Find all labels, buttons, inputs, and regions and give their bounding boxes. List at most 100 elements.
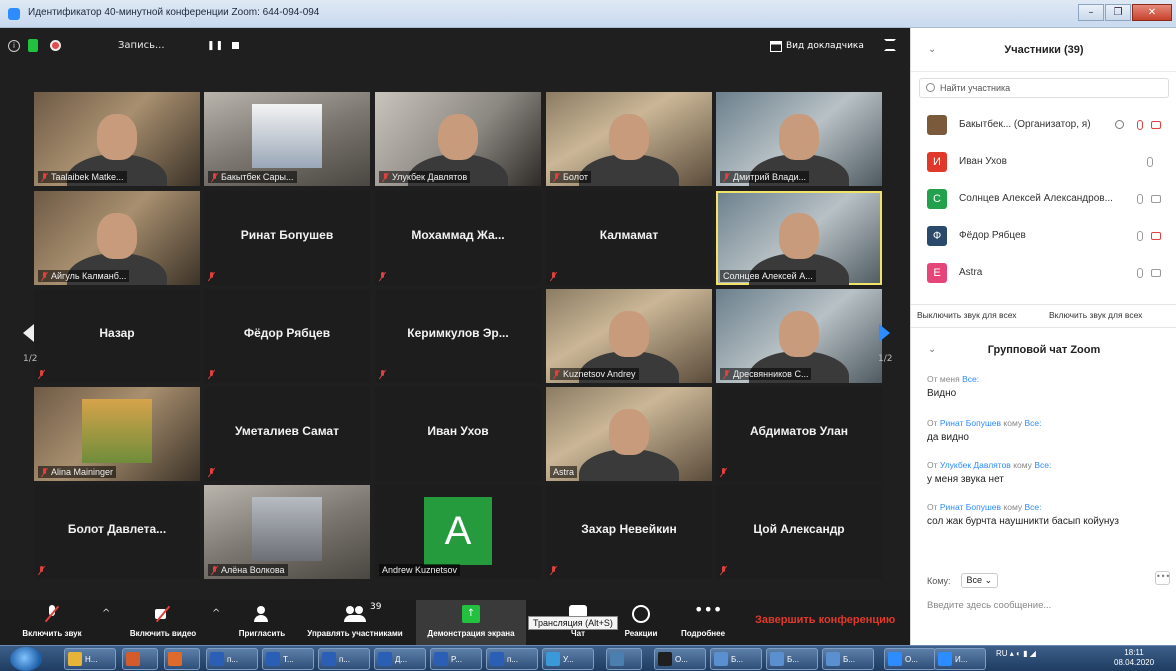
tile-name-label: Айгуль Калманб... [38, 270, 130, 282]
video-tile[interactable]: Калмамат [546, 191, 712, 285]
taskbar-item[interactable]: P... [430, 648, 482, 670]
taskbar-item[interactable]: H... [64, 648, 116, 670]
video-icon[interactable] [1151, 269, 1161, 277]
video-tile[interactable]: Дресвянников С... [716, 289, 882, 383]
taskbar-item[interactable] [122, 648, 158, 670]
video-tile[interactable]: Айгуль Калманб... [34, 191, 200, 285]
language-indicator[interactable]: RU [996, 649, 1008, 658]
video-tile[interactable]: Ринат Бопушев [204, 191, 370, 285]
video-tile[interactable]: Алёна Волкова [204, 485, 370, 579]
video-tile[interactable]: Цой Александр [716, 485, 882, 579]
taskbar-item[interactable]: Д... [374, 648, 426, 670]
end-meeting-button[interactable]: Завершить конференцию [755, 614, 895, 626]
video-icon[interactable] [1151, 195, 1161, 203]
chat-message-meta: От Ринат Бопушев кому Все: [927, 418, 1167, 428]
participant-row[interactable]: И Иван Ухов [911, 145, 1176, 179]
stop-recording-button[interactable] [232, 42, 239, 49]
manage-participants-button[interactable]: 39 Управлять участниками [296, 600, 414, 645]
mic-muted-icon[interactable] [1137, 120, 1143, 130]
recipient-select[interactable]: Все ⌄ [960, 573, 999, 588]
taskbar-item[interactable]: п... [318, 648, 370, 670]
video-tile[interactable]: Болот Давлета... [34, 485, 200, 579]
more-button[interactable]: ••• Подробнее [672, 600, 734, 645]
video-tile[interactable]: Дмитрий Влади... [716, 92, 882, 186]
taskbar-item[interactable]: И... [934, 648, 986, 670]
taskbar-item[interactable]: T... [262, 648, 314, 670]
taskbar-item[interactable] [606, 648, 642, 670]
participants-count: 39 [370, 602, 382, 612]
video-tile[interactable]: Улукбек Давлятов [375, 92, 541, 186]
participant-name: Абдиматов Улан [749, 424, 849, 438]
info-icon[interactable]: i [8, 40, 20, 52]
fullscreen-icon[interactable] [884, 39, 896, 51]
taskbar-item[interactable]: Б... [766, 648, 818, 670]
close-button[interactable]: ✕ [1132, 4, 1172, 21]
invite-button[interactable]: Пригласить [230, 600, 294, 645]
taskbar-item[interactable]: Б... [822, 648, 874, 670]
mic-icon[interactable] [1137, 231, 1143, 241]
video-tile[interactable]: Назар [34, 289, 200, 383]
chat-message-input[interactable]: Введите здесь сообщение... [927, 600, 1051, 611]
video-tile[interactable]: Alina Maininger [34, 387, 200, 481]
share-screen-button[interactable]: Демонстрация экрана [416, 600, 526, 645]
restore-button[interactable]: ❐ [1105, 4, 1131, 21]
lock-icon[interactable] [28, 39, 38, 52]
more-dots-icon: ••• [694, 600, 723, 619]
participant-row[interactable]: С Солнцев Алексей Александров... [911, 182, 1176, 216]
mic-icon[interactable] [1137, 268, 1143, 278]
speaker-view-button[interactable]: Вид докладчика [770, 38, 864, 54]
window-title: Идентификатор 40-минутной конференции Zo… [28, 7, 320, 18]
pause-recording-button[interactable]: ❚❚ [207, 41, 224, 51]
minimize-button[interactable]: – [1078, 4, 1104, 21]
mic-muted-icon [720, 566, 727, 575]
video-tile[interactable]: Керимкулов Эр... [375, 289, 541, 383]
reactions-button[interactable]: Реакции [615, 600, 667, 645]
video-off-icon[interactable] [1151, 232, 1161, 240]
start-button-icon[interactable] [10, 647, 42, 671]
mic-icon[interactable] [1147, 157, 1153, 167]
video-options-caret[interactable]: ^ [210, 600, 224, 645]
video-tile[interactable]: A Andrew Kuznetsov [375, 485, 541, 579]
video-tile[interactable]: Taalaibek Matke... [34, 92, 200, 186]
profile-picture [252, 104, 322, 168]
start-video-button[interactable]: Включить видео [115, 600, 211, 645]
mute-all-button[interactable]: Выключить звук для всех [917, 310, 1017, 320]
participant-row[interactable]: E Astra [911, 256, 1176, 290]
unmute-all-button[interactable]: Включить звук для всех [1049, 310, 1142, 320]
video-tile[interactable]: Захар Невейкин [546, 485, 712, 579]
video-tile[interactable]: Уметалиев Самат [204, 387, 370, 481]
taskbar-item[interactable]: У... [542, 648, 594, 670]
avatar: Ф [927, 226, 947, 246]
taskbar-item[interactable]: Б... [710, 648, 762, 670]
video-tile[interactable]: Иван Ухов [375, 387, 541, 481]
participant-row[interactable]: Бакытбек... (Организатор, я) [911, 108, 1176, 142]
taskbar-item[interactable]: п... [486, 648, 538, 670]
participant-name: Бакытбек Сары... [221, 172, 294, 182]
audio-options-caret[interactable]: ^ [100, 600, 114, 645]
taskbar-item[interactable]: п... [206, 648, 258, 670]
participant-search-input[interactable]: Найти участника [919, 78, 1169, 98]
video-tile[interactable]: Солнцев Алексей А... [716, 191, 882, 285]
participant-row[interactable]: Ф Фёдор Рябцев [911, 219, 1176, 253]
video-tile[interactable]: Astra [546, 387, 712, 481]
video-tile[interactable]: Kuznetsov Andrey [546, 289, 712, 383]
video-tile[interactable]: Фёдор Рябцев [204, 289, 370, 383]
taskbar-item[interactable] [164, 648, 200, 670]
video-off-icon[interactable] [1151, 121, 1161, 129]
unmute-button[interactable]: Включить звук [4, 600, 100, 645]
chat-more-button[interactable]: ••• [1155, 571, 1170, 585]
host-icon[interactable] [1115, 120, 1124, 129]
video-tile[interactable]: Мохаммад Жа... [375, 191, 541, 285]
taskbar-item[interactable]: O... [884, 648, 936, 670]
participant-name: Astra [553, 467, 575, 477]
participant-name: Мохаммад Жа... [411, 228, 505, 242]
tray-icons[interactable]: ▴ ◐ ▮ ◢ [1010, 649, 1036, 658]
video-tile[interactable]: Болот [546, 92, 712, 186]
mic-icon[interactable] [1137, 194, 1143, 204]
prev-page-button[interactable]: 1/2 [15, 298, 45, 378]
clock[interactable]: 18:11 08.04.2020 [1114, 648, 1154, 668]
video-tile[interactable]: Абдиматов Улан [716, 387, 882, 481]
next-page-button[interactable]: 1/2 [870, 298, 900, 378]
taskbar-item[interactable]: O... [654, 648, 706, 670]
video-tile[interactable]: Бакытбек Сары... [204, 92, 370, 186]
